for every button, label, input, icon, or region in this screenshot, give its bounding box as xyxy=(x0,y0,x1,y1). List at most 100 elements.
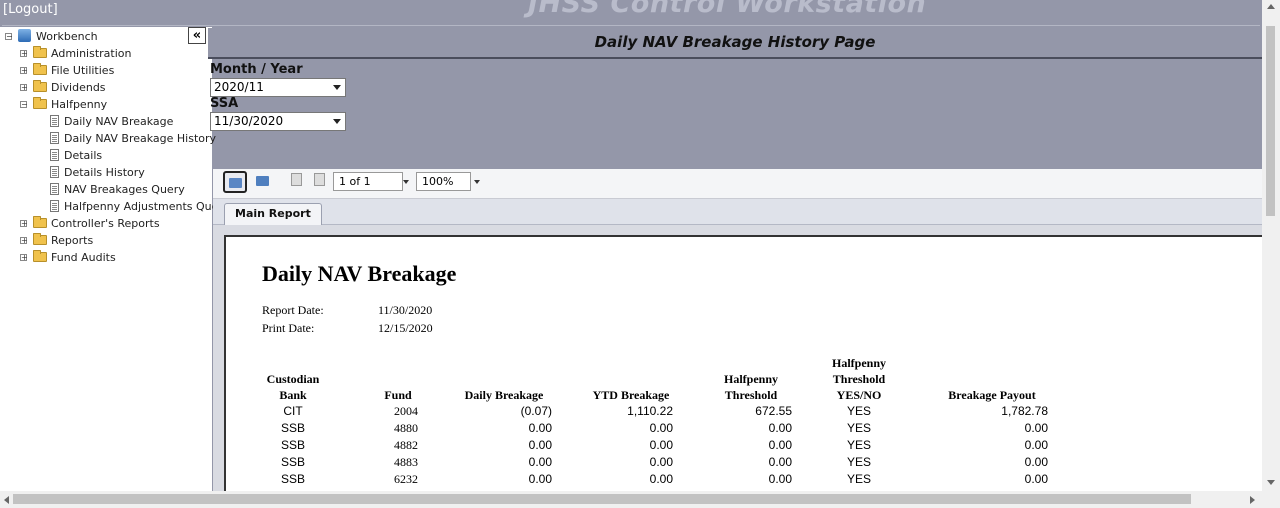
viewer-toolbar: 1 of 1 100% xyxy=(213,169,1262,199)
sidebar-item[interactable]: − Workbench xyxy=(0,28,186,45)
expand-icon[interactable]: + xyxy=(20,237,28,245)
report-tab-bar: Main Report xyxy=(213,199,1262,225)
sidebar-item[interactable]: + Dividends xyxy=(0,79,186,96)
document-icon xyxy=(50,132,59,144)
expand-icon[interactable]: + xyxy=(20,67,28,75)
cell-threshold: 672.55 xyxy=(755,404,792,418)
sidebar-item[interactable]: + File Utilities xyxy=(0,62,186,79)
sidebar-item-label: Daily NAV Breakage xyxy=(64,115,174,128)
page-title-bar: Daily NAV Breakage History Page xyxy=(208,28,1262,59)
document-icon xyxy=(50,149,59,161)
report-date-label: Report Date: xyxy=(262,303,324,317)
report-area: Daily NAV Breakage Report Date: 11/30/20… xyxy=(213,225,1264,497)
header-ytd-breakage: YTD Breakage xyxy=(592,388,670,402)
expand-icon[interactable]: + xyxy=(20,84,28,92)
cell-fund: 4880 xyxy=(394,421,418,435)
horizontal-scroll-thumb[interactable] xyxy=(13,494,1191,504)
header-halfpenny-threshold: Halfpenny Threshold xyxy=(723,372,778,402)
expand-icon[interactable]: + xyxy=(20,254,28,262)
cell-yesno: YES xyxy=(846,421,871,435)
print-button[interactable] xyxy=(223,171,247,193)
export-button[interactable] xyxy=(252,171,276,193)
sidebar-item[interactable]: + Fund Audits xyxy=(0,249,186,266)
cell-bank: SSB xyxy=(280,455,305,469)
cell-payout: 0.00 xyxy=(1024,421,1048,435)
sidebar-item[interactable]: Daily NAV Breakage History xyxy=(0,130,216,147)
sidebar-item[interactable]: + Controller's Reports xyxy=(0,215,186,232)
month-year-label: Month / Year xyxy=(210,62,303,77)
sidebar-item-label: Reports xyxy=(51,234,94,247)
sidebar-item[interactable]: NAV Breakages Query xyxy=(0,181,186,198)
tab-main-report[interactable]: Main Report xyxy=(224,203,322,225)
sidebar-item-label: Controller's Reports xyxy=(51,217,160,230)
page-indicator-input[interactable]: 1 of 1 xyxy=(333,172,403,191)
sidebar-item[interactable]: Details xyxy=(0,147,186,164)
cell-fund: 4883 xyxy=(394,455,418,469)
zoom-input[interactable]: 100% xyxy=(416,172,471,191)
header-custodian-bank: Custodian Bank xyxy=(266,372,320,402)
expand-icon[interactable]: + xyxy=(20,50,28,58)
sidebar-item[interactable]: + Administration xyxy=(0,45,186,62)
cell-payout: 1,782.78 xyxy=(1001,404,1048,418)
document-icon xyxy=(50,183,59,195)
folder-icon xyxy=(33,97,47,109)
sidebar-item[interactable]: Halfpenny Adjustments Query xyxy=(0,198,229,215)
sidebar-item-label: Fund Audits xyxy=(51,251,116,264)
cell-ytd: 0.00 xyxy=(649,438,673,452)
previous-page-icon[interactable] xyxy=(314,173,325,186)
page-dropdown-icon[interactable] xyxy=(403,180,409,184)
folder-icon xyxy=(33,46,47,58)
month-year-value: 2020/11 xyxy=(214,80,264,94)
cell-ytd: 0.00 xyxy=(649,472,673,486)
sidebar: « − Workbench + Administration + File Utiliti… xyxy=(0,27,229,491)
month-year-select[interactable]: 2020/11 xyxy=(210,78,346,97)
chevron-down-icon xyxy=(333,85,341,90)
sidebar-item[interactable]: Details History xyxy=(0,164,186,181)
sidebar-item-label: Workbench xyxy=(36,30,98,43)
printer-icon xyxy=(229,178,242,188)
scroll-left-icon[interactable] xyxy=(4,496,9,504)
sidebar-item-label: Details xyxy=(64,149,103,162)
collapse-icon[interactable]: − xyxy=(20,101,28,109)
sidebar-item-label: Dividends xyxy=(51,81,106,94)
scroll-up-icon[interactable] xyxy=(1267,4,1275,9)
logout-link[interactable]: [Logout] xyxy=(3,2,58,17)
cell-yesno: YES xyxy=(846,438,871,452)
scroll-right-icon[interactable] xyxy=(1250,496,1255,504)
folder-icon xyxy=(33,233,47,245)
cell-bank: CIT xyxy=(283,404,303,418)
zoom-dropdown-icon[interactable] xyxy=(474,180,480,184)
cell-payout: 0.00 xyxy=(1024,455,1048,469)
expand-icon[interactable]: + xyxy=(20,220,28,228)
sidebar-item[interactable]: − Halfpenny xyxy=(0,96,186,113)
vertical-scroll-thumb[interactable] xyxy=(1266,26,1275,216)
cell-daily: 0.00 xyxy=(528,438,552,452)
folder-icon xyxy=(33,250,47,262)
scrollbar-corner xyxy=(1262,491,1280,508)
sidebar-item[interactable]: + Reports xyxy=(0,232,186,249)
collapse-icon[interactable]: − xyxy=(5,33,13,41)
header-fund: Fund xyxy=(384,388,412,402)
cell-threshold: 0.00 xyxy=(768,455,792,469)
sidebar-item-label: Halfpenny Adjustments Query xyxy=(64,200,230,213)
header-divider xyxy=(2,25,1260,26)
report-title: Daily NAV Breakage xyxy=(262,261,457,286)
sidebar-item[interactable]: Daily NAV Breakage xyxy=(0,113,186,130)
scroll-down-icon[interactable] xyxy=(1267,480,1275,485)
sidebar-item-label: Halfpenny xyxy=(51,98,108,111)
folder-icon xyxy=(33,80,47,92)
sidebar-item-label: Details History xyxy=(64,166,145,179)
ssa-select[interactable]: 11/30/2020 xyxy=(210,112,346,131)
sidebar-item-label: Daily NAV Breakage History xyxy=(64,132,217,145)
horizontal-scrollbar[interactable] xyxy=(0,491,1262,508)
vertical-scrollbar[interactable] xyxy=(1262,0,1280,491)
ssa-value: 11/30/2020 xyxy=(214,114,284,128)
report-page: Daily NAV Breakage Report Date: 11/30/20… xyxy=(224,235,1264,497)
cell-payout: 0.00 xyxy=(1024,438,1048,452)
workbench-icon xyxy=(18,29,31,42)
collapse-sidebar-button[interactable]: « xyxy=(188,27,206,44)
report-viewer: 1 of 1 100% Main Report Daily NAV Breaka… xyxy=(213,169,1264,497)
cell-ytd: 0.00 xyxy=(649,455,673,469)
cell-daily: 0.00 xyxy=(528,472,552,486)
first-page-icon[interactable] xyxy=(291,173,302,186)
